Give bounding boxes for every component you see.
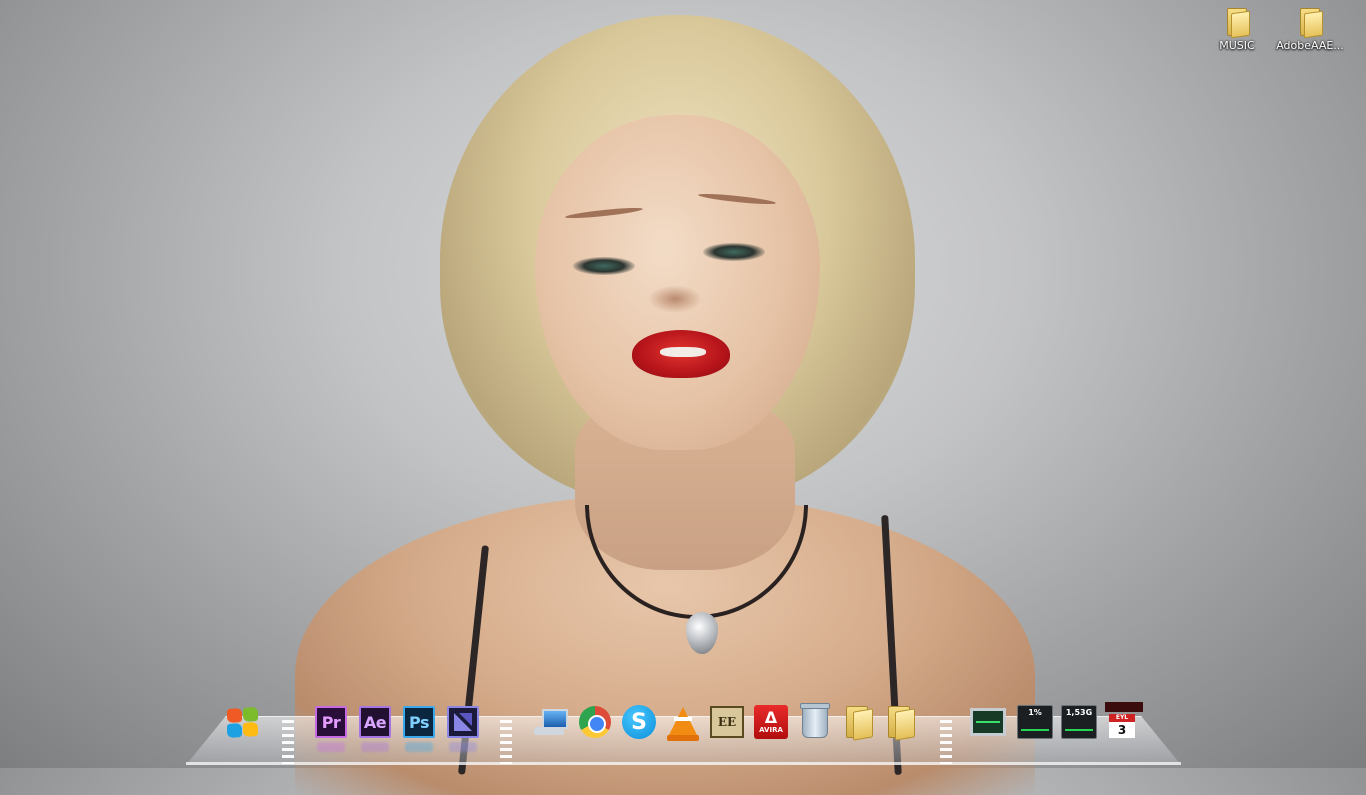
gold-emblem-icon: EE: [710, 706, 744, 738]
calendar-icon: EYL 3: [1105, 702, 1143, 742]
dock-separator: [282, 720, 294, 764]
dock-ram-meter[interactable]: 1,53G: [1061, 704, 1097, 740]
wallpaper-portrait-eye: [703, 243, 765, 261]
dock-network[interactable]: [532, 704, 568, 740]
dock-reflection: [449, 742, 477, 752]
dock-skype[interactable]: S: [621, 704, 657, 740]
desktop-icon-label: AdobeAAE...: [1276, 39, 1344, 52]
avira-icon: Δ AVIRA: [754, 705, 788, 739]
dock-after-effects[interactable]: Ae: [357, 704, 393, 752]
dock-media-encoder[interactable]: [445, 704, 481, 752]
ram-meter-value: 1,53G: [1065, 708, 1093, 717]
trash-icon: [800, 703, 830, 738]
desktop-icon-music[interactable]: MUSIC: [1197, 6, 1277, 52]
wallpaper-portrait-teeth: [660, 347, 706, 357]
chrome-icon: [579, 706, 611, 738]
network-computer-icon: [534, 707, 568, 737]
avira-mark: Δ: [764, 707, 778, 727]
dock-calendar[interactable]: EYL 3: [1104, 701, 1143, 743]
adobe-after-effects-icon: Ae: [359, 706, 391, 738]
vlc-cone-icon: [667, 707, 699, 741]
dock-photoshop[interactable]: Ps: [401, 704, 437, 752]
dock-avira[interactable]: Δ AVIRA: [753, 704, 789, 740]
desktop-wallpaper: [0, 0, 1366, 795]
monitor-icon: [970, 708, 1006, 736]
wallpaper-portrait-nose: [648, 285, 702, 313]
dock-system-monitor[interactable]: [970, 704, 1006, 740]
dock-reflection: [317, 742, 345, 752]
dock-reflection: [361, 742, 389, 752]
windows-logo-icon: [225, 705, 259, 739]
dock-shelf-edge: [186, 762, 1181, 765]
dock-recycle-bin[interactable]: [797, 703, 833, 740]
cpu-meter-icon: 1%: [1017, 705, 1053, 739]
folder-icon: [846, 706, 873, 741]
adobe-media-encoder-icon: [447, 706, 479, 738]
dock-gold-app[interactable]: EE: [709, 704, 745, 740]
dock-separator: [500, 720, 512, 764]
dock-windows-start[interactable]: [224, 704, 260, 740]
adobe-photoshop-icon: Ps: [403, 706, 435, 738]
ram-meter-icon: 1,53G: [1061, 705, 1097, 739]
dock-vlc[interactable]: [665, 704, 701, 741]
dock-folder-1[interactable]: [841, 704, 877, 741]
cpu-meter-value: 1%: [1028, 708, 1042, 717]
avira-label: AVIRA: [759, 725, 783, 734]
dock-separator: [940, 720, 952, 764]
dock-premiere[interactable]: Pr: [313, 704, 349, 752]
calendar-day: 3: [1109, 722, 1135, 738]
adobe-premiere-icon: Pr: [315, 706, 347, 738]
wallpaper-portrait-eye: [573, 257, 635, 275]
wallpaper-portrait-face: [535, 115, 820, 450]
dock-folder-2[interactable]: [883, 704, 919, 741]
folder-icon: [1298, 6, 1323, 39]
folder-icon: [888, 706, 915, 741]
calendar-month: EYL: [1109, 714, 1135, 722]
desktop-icon-label: MUSIC: [1219, 39, 1255, 52]
dock-chrome[interactable]: [577, 704, 613, 740]
desktop-icon-adobeaae[interactable]: AdobeAAE...: [1270, 6, 1350, 52]
dock-reflection: [405, 742, 433, 752]
folder-icon: [1225, 6, 1250, 39]
dock-cpu-meter[interactable]: 1%: [1017, 704, 1053, 740]
skype-icon: S: [622, 705, 656, 739]
